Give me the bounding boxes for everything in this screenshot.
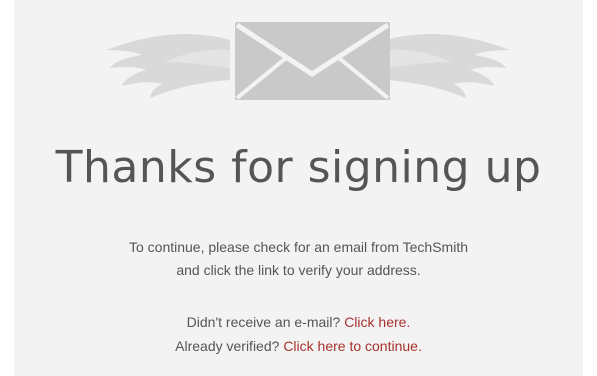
help-links: Didn't receive an e-mail? Click here. Al… <box>14 310 583 358</box>
signup-confirmation-card: Thanks for signing up To continue, pleas… <box>14 0 583 376</box>
continue-row: Already verified? Click here to continue… <box>14 334 583 358</box>
left-wing-icon <box>106 34 230 98</box>
instructions-line-1: To continue, please check for an email f… <box>128 239 469 255</box>
envelope-icon <box>235 22 390 100</box>
right-wing-icon <box>386 34 510 98</box>
verification-instructions: To continue, please check for an email f… <box>14 236 583 282</box>
resend-prompt: Didn't receive an e-mail? <box>186 314 345 330</box>
winged-envelope-icon <box>106 22 510 100</box>
page-title: Thanks for signing up <box>55 142 542 193</box>
verified-prompt: Already verified? <box>175 338 284 354</box>
resend-email-link[interactable]: Click here. <box>344 314 410 330</box>
hero-illustration <box>14 10 583 110</box>
resend-row: Didn't receive an e-mail? Click here. <box>14 310 583 334</box>
instructions-line-2: and click the link to verify your addres… <box>176 262 421 278</box>
continue-link[interactable]: Click here to continue. <box>283 338 422 354</box>
